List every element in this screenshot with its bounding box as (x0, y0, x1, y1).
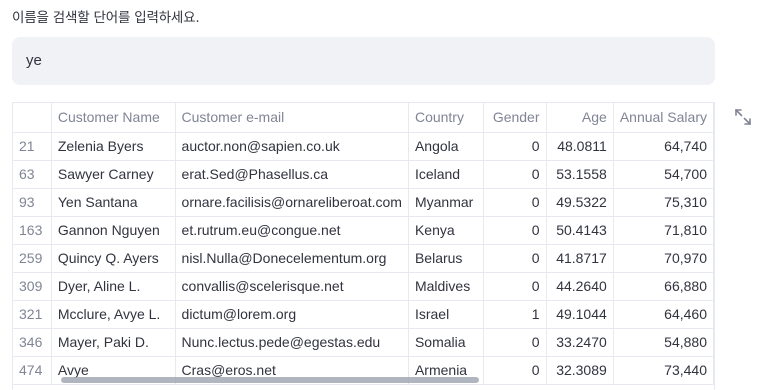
cell-customer-email[interactable]: dictum@lorem.org (175, 300, 409, 329)
cell-age[interactable]: 53.1558 (546, 160, 614, 189)
table-row[interactable]: 346 Mayer, Paki D. Nunc.lectus.pede@egesta… (13, 328, 714, 357)
search-input-value: ye (26, 52, 42, 69)
cell-age[interactable]: 41.8717 (546, 244, 614, 273)
cell-index[interactable]: 346 (13, 328, 52, 357)
app-page: 이름을 검색할 단어를 입력하세요. ye Customer Name Cust… (0, 0, 758, 390)
column-header-customer-name[interactable]: Customer Name (51, 103, 176, 133)
table-row[interactable]: 93 Yen Santana ornare.facilisis@ornarelibe… (13, 188, 714, 217)
cell-age[interactable]: 33.2470 (546, 328, 614, 357)
cell-index[interactable]: 21 (13, 132, 52, 161)
cell-country[interactable]: Kenya (408, 216, 485, 245)
table-row[interactable]: 163 Gannon Nguyen et.rutrum.eu@congue.net K… (13, 216, 714, 245)
cell-index[interactable]: 321 (13, 300, 52, 329)
search-prompt-label: 이름을 검색할 단어를 입력하세요. (12, 10, 200, 26)
cell-customer-email[interactable]: erat.Sed@Phasellus.ca (175, 160, 409, 189)
cell-gender[interactable]: 0 (483, 356, 547, 385)
table-row[interactable]: 259 Quincy Q. Ayers nisl.Nulla@Donecelemen… (13, 244, 714, 273)
cell-gender[interactable]: 0 (483, 272, 547, 301)
cell-gender[interactable]: 0 (483, 328, 547, 357)
table-row[interactable]: 321 Mcclure, Avye L. dictum@lorem.org Israe… (13, 300, 714, 329)
cell-country[interactable]: Israel (408, 300, 485, 329)
cell-customer-name[interactable]: Dyer, Aline L. (51, 272, 176, 301)
cell-annual-salary[interactable]: 66,880 (613, 272, 714, 301)
table-header-row: Customer Name Customer e-mail Country Ge… (13, 103, 714, 133)
cell-index[interactable]: 259 (13, 244, 52, 273)
cell-annual-salary[interactable]: 71,810 (613, 216, 714, 245)
cell-index[interactable]: 63 (13, 160, 52, 189)
cell-customer-email[interactable]: ornare.facilisis@ornareliberoat.com (175, 188, 409, 217)
cell-index[interactable]: 474 (13, 356, 52, 385)
cell-customer-name[interactable]: Zelenia Byers (51, 132, 176, 161)
cell-customer-name[interactable]: Gannon Nguyen (51, 216, 176, 245)
column-header-annual-salary[interactable]: Annual Salary (613, 103, 714, 133)
cell-annual-salary[interactable]: 54,880 (613, 328, 714, 357)
cell-index[interactable]: 163 (13, 216, 52, 245)
cell-country[interactable]: Angola (408, 132, 485, 161)
fullscreen-expand-icon[interactable] (734, 108, 752, 126)
table-row[interactable]: 21 Zelenia Byers auctor.non@sapien.co.uk An… (13, 132, 714, 161)
cell-annual-salary[interactable]: 70,970 (613, 244, 714, 273)
cell-country[interactable]: Somalia (408, 328, 485, 357)
cell-age[interactable]: 50.4143 (546, 216, 614, 245)
cell-age[interactable]: 49.5322 (546, 188, 614, 217)
cell-gender[interactable]: 0 (483, 216, 547, 245)
search-input[interactable]: ye (12, 37, 715, 85)
cell-gender[interactable]: 0 (483, 188, 547, 217)
cell-country[interactable]: Belarus (408, 244, 485, 273)
table-row[interactable]: 63 Sawyer Carney erat.Sed@Phasellus.ca Icel… (13, 160, 714, 189)
cell-annual-salary[interactable]: 75,310 (613, 188, 714, 217)
cell-age[interactable]: 44.2640 (546, 272, 614, 301)
table-row[interactable]: 309 Dyer, Aline L. convallis@scelerisque.n… (13, 272, 714, 301)
column-header-age[interactable]: Age (546, 103, 614, 133)
cell-gender[interactable]: 0 (483, 244, 547, 273)
cell-age[interactable]: 32.3089 (546, 356, 614, 385)
cell-age[interactable]: 49.1044 (546, 300, 614, 329)
cell-customer-name[interactable]: Quincy Q. Ayers (51, 244, 176, 273)
customer-table: Customer Name Customer e-mail Country Ge… (13, 103, 714, 385)
cell-customer-email[interactable]: convallis@scelerisque.net (175, 272, 409, 301)
cell-annual-salary[interactable]: 54,700 (613, 160, 714, 189)
cell-customer-name[interactable]: Mcclure, Avye L. (51, 300, 176, 329)
cell-country[interactable]: Maldives (408, 272, 485, 301)
cell-customer-email[interactable]: Nunc.lectus.pede@egestas.edu (175, 328, 409, 357)
cell-index[interactable]: 309 (13, 272, 52, 301)
cell-country[interactable]: Myanmar (408, 188, 485, 217)
cell-gender[interactable]: 0 (483, 160, 547, 189)
cell-annual-salary[interactable]: 64,740 (613, 132, 714, 161)
column-header-customer-email[interactable]: Customer e-mail (175, 103, 409, 133)
cell-customer-name[interactable]: Mayer, Paki D. (51, 328, 176, 357)
cell-gender[interactable]: 1 (483, 300, 547, 329)
cell-age[interactable]: 48.0811 (546, 132, 614, 161)
horizontal-scrollbar[interactable] (61, 377, 479, 383)
cell-customer-email[interactable]: et.rutrum.eu@congue.net (175, 216, 409, 245)
cell-country[interactable]: Iceland (408, 160, 485, 189)
cell-gender[interactable]: 0 (483, 132, 547, 161)
cell-customer-email[interactable]: auctor.non@sapien.co.uk (175, 132, 409, 161)
cell-customer-email[interactable]: nisl.Nulla@Donecelementum.org (175, 244, 409, 273)
dataframe-grid[interactable]: Customer Name Customer e-mail Country Ge… (12, 102, 715, 390)
column-header-index[interactable] (13, 103, 52, 133)
cell-annual-salary[interactable]: 64,460 (613, 300, 714, 329)
cell-customer-name[interactable]: Sawyer Carney (51, 160, 176, 189)
cell-index[interactable]: 93 (13, 188, 52, 217)
column-header-gender[interactable]: Gender (483, 103, 547, 133)
cell-annual-salary[interactable]: 73,440 (613, 356, 714, 385)
column-header-country[interactable]: Country (408, 103, 485, 133)
cell-customer-name[interactable]: Yen Santana (51, 188, 176, 217)
